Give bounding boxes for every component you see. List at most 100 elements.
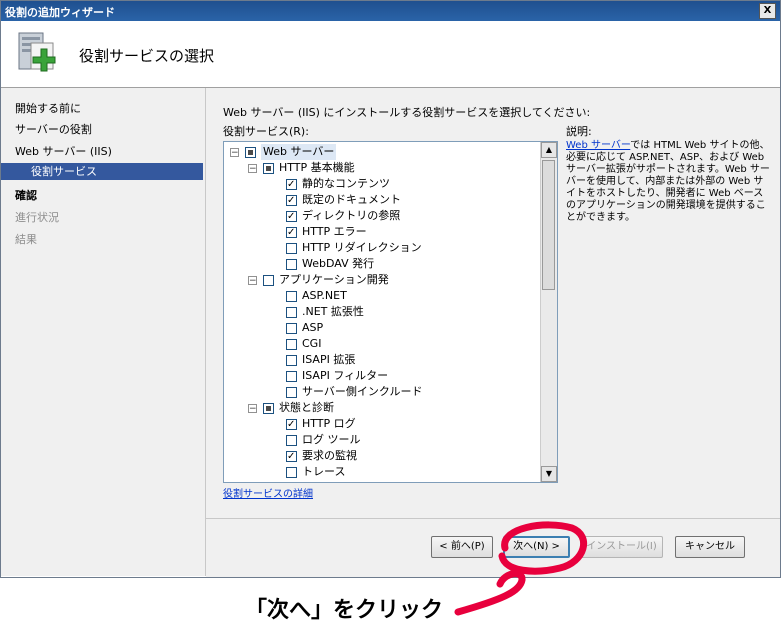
nav-item-role-services[interactable]: 役割サービス bbox=[1, 163, 203, 180]
tree-item[interactable]: HTTP エラー bbox=[286, 224, 367, 241]
wizard-footer: < 前へ(P) 次へ(N) > インストール(I) キャンセル bbox=[206, 518, 780, 577]
nav-item-server-roles[interactable]: サーバーの役割 bbox=[15, 121, 92, 137]
tree-item-checkbox[interactable] bbox=[286, 417, 297, 433]
tree-item[interactable]: − HTTP 基本機能 bbox=[248, 160, 355, 176]
wizard-header: 役割サービスの選択 bbox=[1, 21, 780, 88]
scroll-down-icon[interactable]: ▼ bbox=[541, 466, 557, 482]
tree-item-label: 既定のドキュメント bbox=[302, 193, 401, 206]
tree-item[interactable]: 既定のドキュメント bbox=[286, 192, 401, 209]
tree-item-checkbox[interactable] bbox=[286, 386, 297, 398]
tree-item[interactable]: 静的なコンテンツ bbox=[286, 176, 390, 193]
tree-item-checkbox[interactable] bbox=[263, 402, 274, 414]
page-title: 役割サービスの選択 bbox=[79, 47, 215, 65]
tree-item-label: 状態と診断 bbox=[279, 401, 334, 414]
role-services-label: 役割サービス(R): bbox=[223, 125, 309, 138]
tree-item-checkbox[interactable] bbox=[286, 193, 297, 209]
tree-item-label: ISAPI 拡張 bbox=[302, 353, 356, 366]
tree-item[interactable]: − Web サーバー bbox=[230, 144, 337, 160]
tree-item[interactable]: トレース bbox=[286, 464, 345, 480]
nav-item-progress: 進行状況 bbox=[15, 211, 59, 224]
collapse-icon[interactable]: − bbox=[248, 403, 257, 413]
scroll-up-icon[interactable]: ▲ bbox=[541, 142, 557, 158]
description-label: 説明: bbox=[566, 125, 592, 138]
tree-item[interactable]: HTTP ログ bbox=[286, 416, 356, 433]
tree-item-checkbox[interactable] bbox=[286, 434, 297, 446]
tree-item-checkbox[interactable] bbox=[286, 466, 297, 478]
tree-item-label: HTTP リダイレクション bbox=[302, 241, 422, 254]
tree-item-label: HTTP ログ bbox=[302, 417, 356, 430]
tree-item-checkbox[interactable] bbox=[286, 242, 297, 254]
tree-item-checkbox[interactable] bbox=[263, 162, 274, 174]
install-button: インストール(I) bbox=[580, 536, 663, 558]
tree-item-label: HTTP 基本機能 bbox=[279, 161, 355, 174]
tree-item-checkbox[interactable] bbox=[286, 322, 297, 334]
tree-item[interactable]: CGI bbox=[286, 336, 321, 352]
tree-item-checkbox[interactable] bbox=[286, 306, 297, 318]
tree-item[interactable]: WebDAV 発行 bbox=[286, 256, 374, 272]
tree-item-label: Web サーバー bbox=[261, 144, 337, 160]
tree-item-checkbox[interactable] bbox=[245, 146, 256, 158]
tree-item[interactable]: − 状態と診断 bbox=[248, 400, 334, 416]
tree-item-label: トレース bbox=[302, 465, 346, 478]
tree-scrollbar[interactable]: ▲ ▼ bbox=[540, 142, 557, 482]
collapse-icon[interactable]: − bbox=[248, 163, 257, 173]
tree-item-label: ディレクトリの参照 bbox=[302, 209, 401, 222]
tree-item-checkbox[interactable] bbox=[286, 370, 297, 382]
tree-item-checkbox[interactable] bbox=[286, 177, 297, 193]
tree-item-checkbox[interactable] bbox=[286, 290, 297, 302]
tree-item-checkbox[interactable] bbox=[286, 449, 297, 465]
description-text: Web サーバーでは HTML Web サイトの他、必要に応じて ASP.NET… bbox=[566, 140, 771, 224]
tree-item-label: WebDAV 発行 bbox=[302, 257, 375, 270]
tree-item-label: 要求の監視 bbox=[302, 449, 357, 462]
tree-item[interactable]: ディレクトリの参照 bbox=[286, 208, 401, 225]
tree-item-label: ログ ツール bbox=[302, 433, 361, 446]
tree-item[interactable]: ISAPI 拡張 bbox=[286, 352, 355, 368]
tree-item-label: サーバー側インクルード bbox=[302, 385, 423, 398]
tree-item-label: HTTP エラー bbox=[302, 225, 367, 238]
cancel-button[interactable]: キャンセル bbox=[675, 536, 745, 558]
title-bar: 役割の追加ウィザード X bbox=[1, 1, 780, 21]
close-button[interactable]: X bbox=[759, 3, 776, 19]
tree-item-label: ISAPI フィルター bbox=[302, 369, 389, 382]
tree-item[interactable]: ASP bbox=[286, 320, 323, 336]
tree-item[interactable]: ISAPI フィルター bbox=[286, 368, 388, 384]
web-server-link[interactable]: Web サーバー bbox=[566, 140, 630, 151]
tree-item-checkbox[interactable] bbox=[286, 338, 297, 350]
instruction-text: Web サーバー (IIS) にインストールする役割サービスを選択してください: bbox=[223, 106, 591, 119]
tree-item-label: ASP.NET bbox=[302, 289, 347, 302]
tree-item-label: アプリケーション開発 bbox=[279, 273, 389, 286]
scroll-thumb[interactable] bbox=[542, 160, 555, 290]
nav-item-web-server[interactable]: Web サーバー (IIS) bbox=[15, 143, 112, 159]
wizard-nav: 開始する前に サーバーの役割 Web サーバー (IIS) 役割サービス 確認 … bbox=[1, 88, 206, 576]
tree-item-checkbox[interactable] bbox=[286, 225, 297, 241]
tree-item[interactable]: − アプリケーション開発 bbox=[248, 272, 389, 288]
wizard-window: 役割の追加ウィザード X 役割サービスの選択 開始する前に サーバーの役割 We… bbox=[0, 0, 781, 578]
nav-item-before-you-begin[interactable]: 開始する前に bbox=[15, 100, 81, 116]
tree-item-label: 静的なコンテンツ bbox=[302, 177, 390, 190]
pointer-arrow-line bbox=[454, 570, 526, 616]
tree-item[interactable]: 要求の監視 bbox=[286, 448, 357, 465]
tree-item-label: .NET 拡張性 bbox=[302, 305, 364, 318]
nav-item-confirmation[interactable]: 確認 bbox=[15, 187, 37, 203]
collapse-icon[interactable]: − bbox=[248, 275, 257, 285]
tree-item-checkbox[interactable] bbox=[286, 209, 297, 225]
tree-item-label: ASP bbox=[302, 321, 324, 334]
tree-item[interactable]: HTTP リダイレクション bbox=[286, 240, 422, 256]
main-content: Web サーバー (IIS) にインストールする役割サービスを選択してください:… bbox=[206, 88, 780, 518]
tree-item-label: CGI bbox=[302, 337, 322, 350]
prev-button[interactable]: < 前へ(P) bbox=[431, 536, 493, 558]
tree-item[interactable]: サーバー側インクルード bbox=[286, 384, 423, 400]
nav-item-results: 結果 bbox=[15, 233, 37, 246]
next-button[interactable]: 次へ(N) > bbox=[503, 536, 570, 558]
tree-item-checkbox[interactable] bbox=[263, 274, 274, 286]
role-services-more-link[interactable]: 役割サービスの詳細 bbox=[223, 485, 313, 500]
role-services-tree[interactable]: −Web サーバー−HTTP 基本機能静的なコンテンツ既定のドキュメントディレク… bbox=[223, 141, 558, 483]
tree-item[interactable]: .NET 拡張性 bbox=[286, 304, 364, 320]
tree-item[interactable]: ログ ツール bbox=[286, 432, 361, 448]
tree-item-checkbox[interactable] bbox=[286, 354, 297, 366]
server-add-icon bbox=[18, 32, 56, 72]
window-title: 役割の追加ウィザード bbox=[5, 6, 115, 19]
tree-item[interactable]: ASP.NET bbox=[286, 288, 347, 304]
collapse-icon[interactable]: − bbox=[230, 147, 239, 157]
tree-item-checkbox[interactable] bbox=[286, 258, 297, 270]
